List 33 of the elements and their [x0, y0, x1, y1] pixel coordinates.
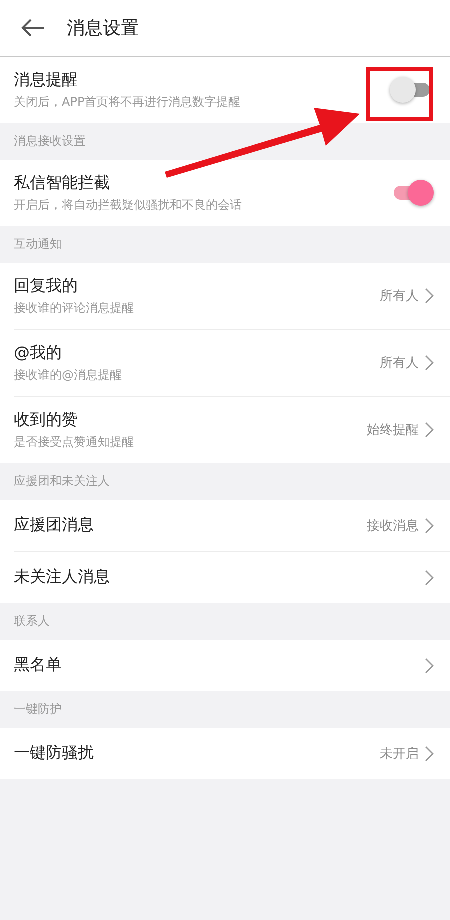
chevron-right-icon — [425, 518, 434, 534]
setting-value: 所有人 — [380, 288, 419, 305]
setting-description: 关闭后，APP首页将不再进行消息数字提醒 — [14, 94, 242, 110]
setting-title[interactable]: 收到的赞 — [14, 410, 367, 430]
setting-title[interactable]: 一键防骚扰 — [14, 743, 380, 764]
setting-value: 所有人 — [380, 355, 419, 372]
setting-title[interactable]: @我的 — [14, 342, 380, 364]
setting-description: 接收谁的评论消息提醒 — [14, 300, 135, 316]
section-header: 应援团和未关注人 — [14, 473, 110, 490]
section-header: 一键防护 — [14, 701, 62, 718]
setting-value: 未开启 — [380, 746, 419, 762]
chevron-right-icon — [425, 355, 434, 371]
setting-title[interactable]: 私信智能拦截 — [14, 172, 390, 194]
section-header: 联系人 — [14, 613, 50, 630]
chevron-right-icon — [425, 422, 434, 438]
setting-value: 接收消息 — [367, 518, 419, 534]
section-header: 互动通知 — [14, 236, 62, 253]
section-header: 消息接收设置 — [14, 133, 86, 150]
setting-title[interactable]: 未关注人消息 — [14, 567, 425, 588]
setting-title[interactable]: 消息提醒 — [14, 70, 390, 90]
chevron-right-icon — [425, 658, 434, 674]
back-arrow-icon[interactable] — [21, 18, 45, 38]
setting-value: 始终提醒 — [367, 422, 419, 439]
setting-description: 接收谁的@消息提醒 — [14, 366, 123, 384]
setting-description: 开启后，将自动拦截疑似骚扰和不良的会话 — [14, 196, 243, 214]
setting-title[interactable]: 应援团消息 — [14, 515, 367, 536]
chevron-right-icon — [425, 288, 434, 304]
highlight-frame — [366, 67, 433, 121]
page-title: 消息设置 — [67, 17, 139, 40]
setting-description: 是否接受点赞通知提醒 — [14, 434, 135, 450]
chevron-right-icon — [425, 570, 434, 586]
chevron-right-icon — [425, 746, 434, 762]
setting-title[interactable]: 回复我的 — [14, 276, 380, 296]
